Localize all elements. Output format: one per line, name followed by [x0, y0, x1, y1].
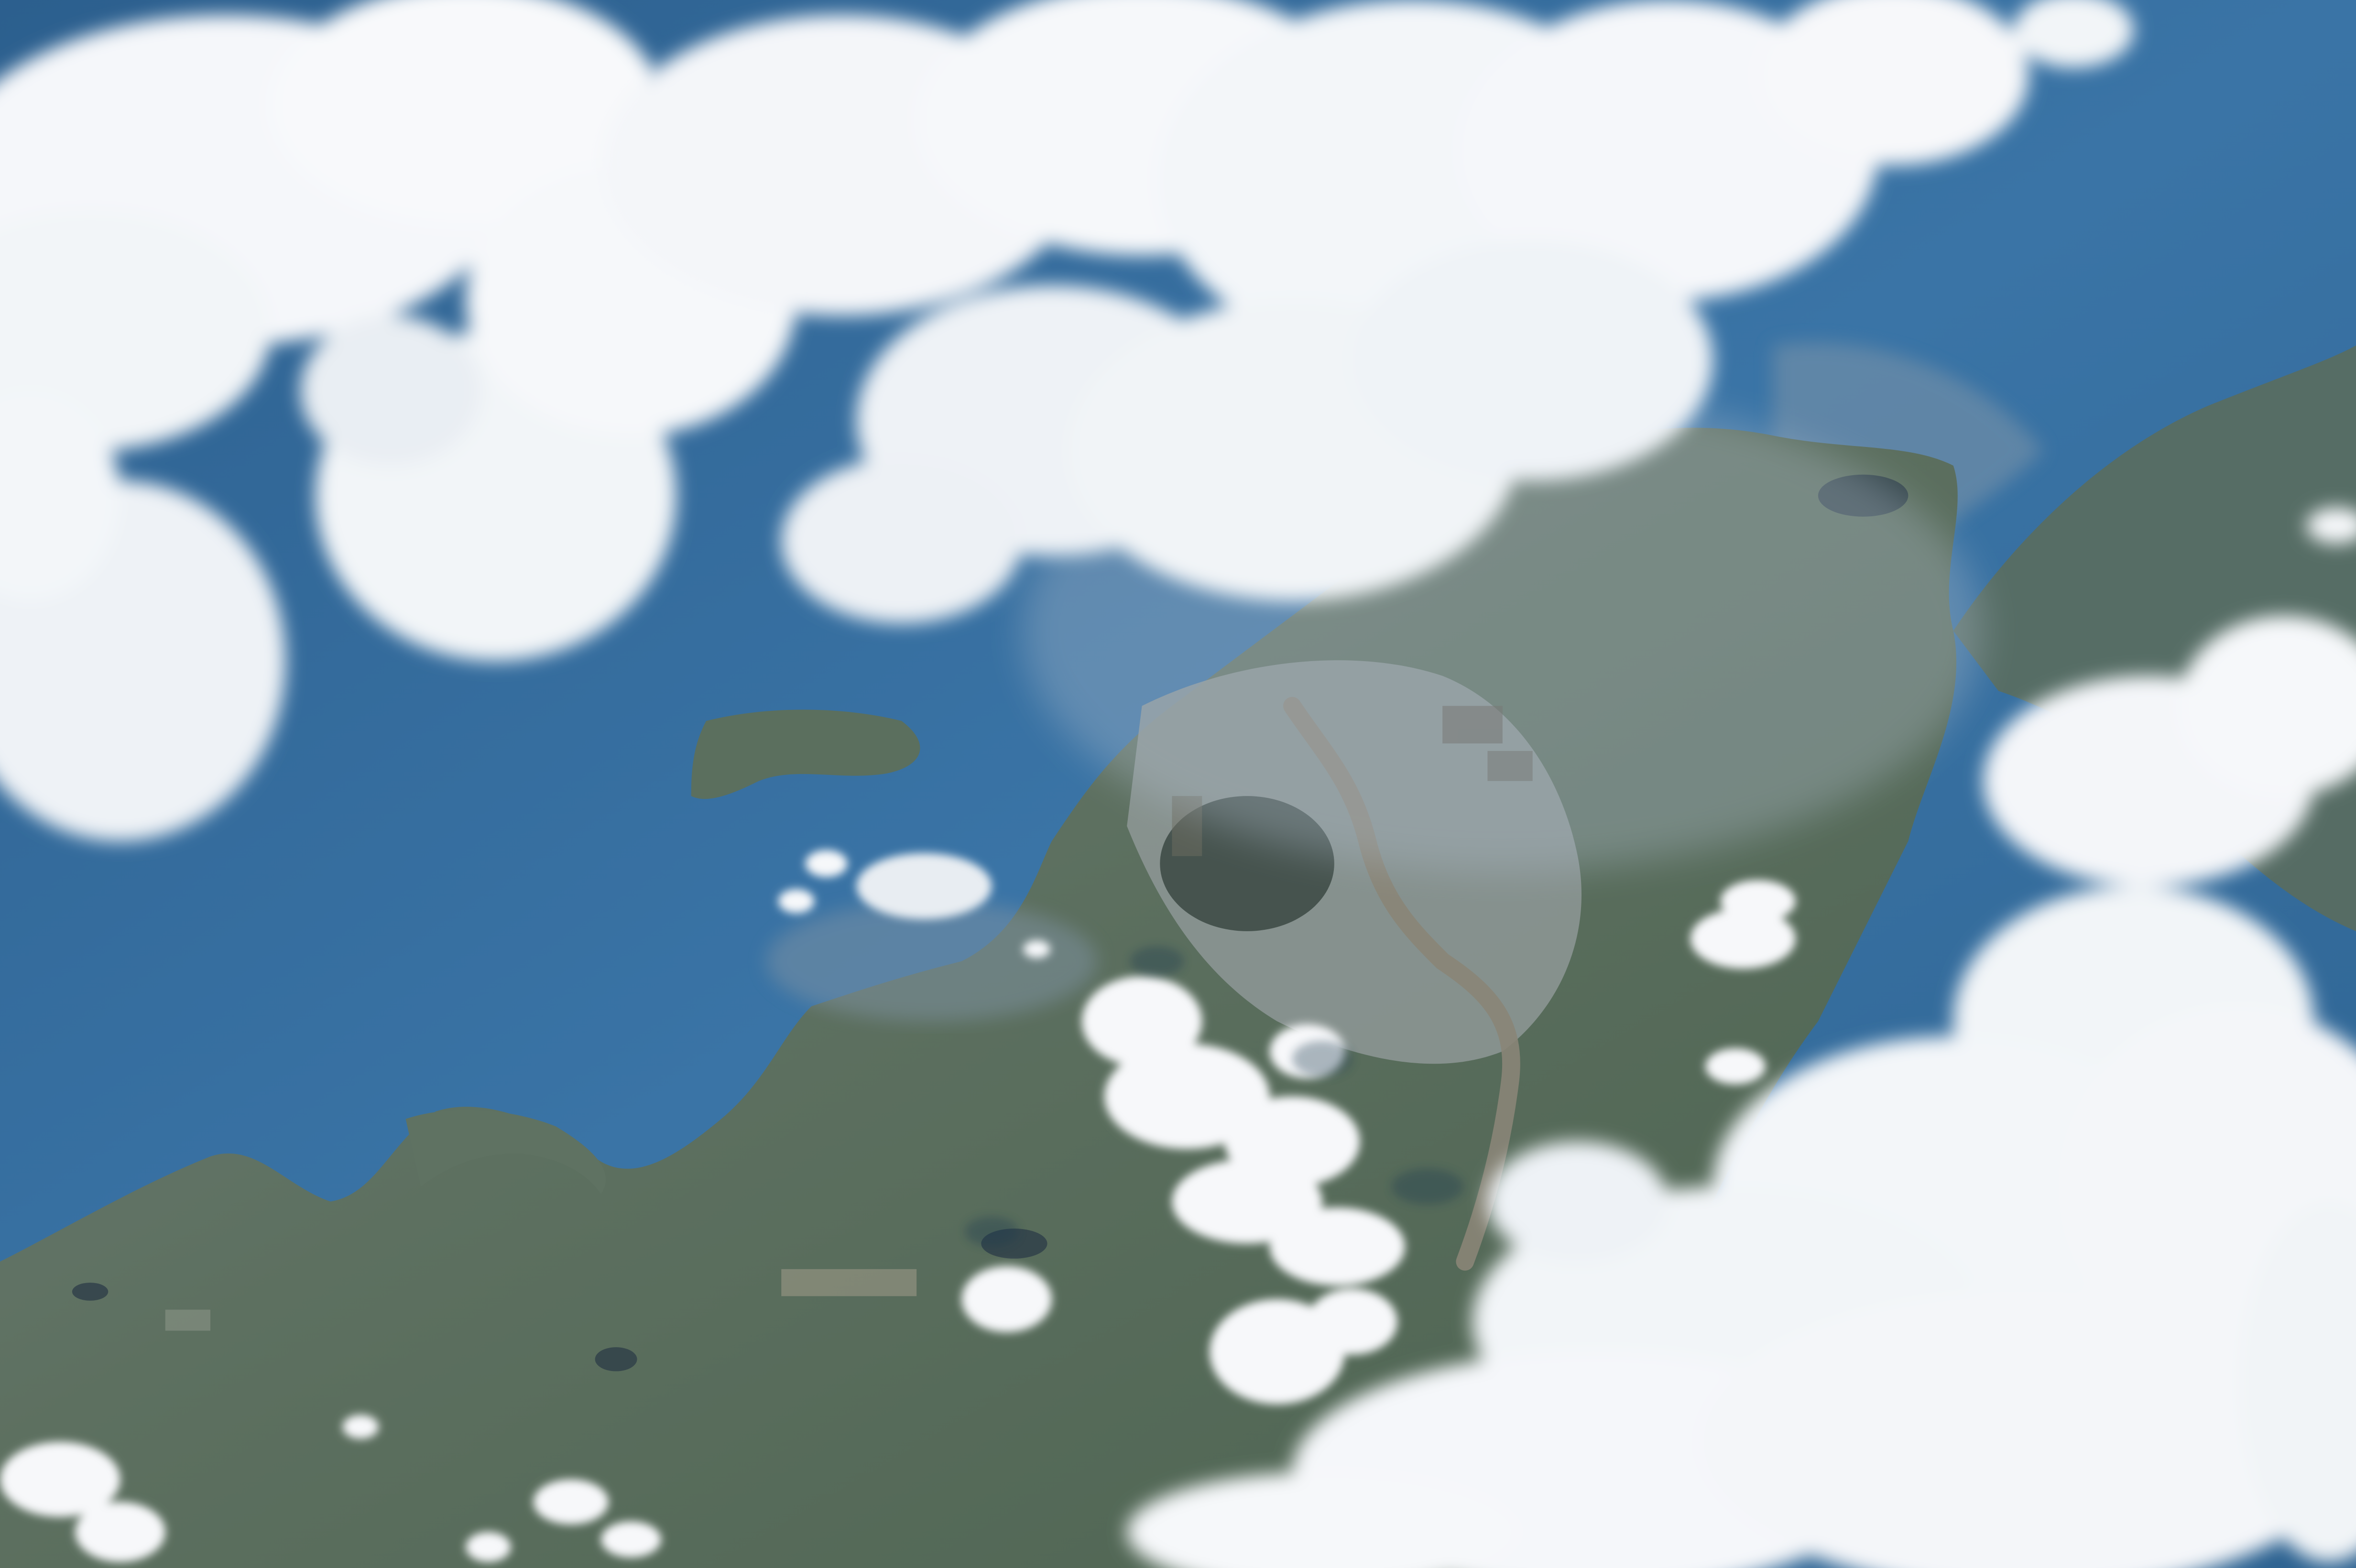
- earth-observation-photo: [0, 0, 2356, 1568]
- tidal-flats: [766, 901, 1097, 1022]
